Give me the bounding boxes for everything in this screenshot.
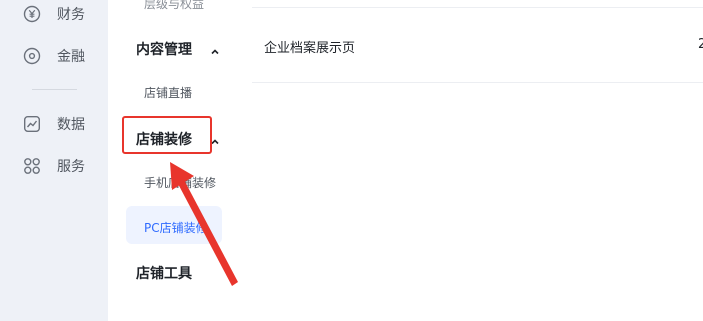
target-circle-icon — [23, 47, 41, 65]
nav-item-finance-service[interactable]: 金融 — [23, 44, 85, 68]
app-root: 财务 金融 数据 服务 层级与权益 内容管理 店铺直播 店铺装修 手机店铺装修 … — [0, 0, 703, 321]
menu-group-store-tools[interactable]: 店铺工具 — [136, 263, 192, 283]
nav-item-data[interactable]: 数据 — [23, 112, 85, 136]
grid-circles-icon — [23, 157, 41, 175]
menu-group-content[interactable]: 内容管理 — [136, 39, 192, 59]
row-trailing-value: 2 — [698, 37, 703, 52]
row-title[interactable]: 企业档案展示页 — [264, 37, 355, 56]
nav-item-finance-service-label: 金融 — [57, 49, 85, 65]
row-divider-bottom — [252, 82, 703, 83]
nav-item-finance[interactable]: 财务 — [23, 2, 85, 26]
nav-item-service[interactable]: 服务 — [23, 154, 85, 178]
annotation-highlight-box — [122, 116, 212, 154]
nav-item-data-label: 数据 — [57, 117, 85, 133]
menu-item-mobile-decoration[interactable]: 手机店铺装修 — [144, 174, 216, 191]
nav-divider — [32, 89, 77, 90]
primary-nav: 财务 金融 数据 服务 — [0, 0, 108, 321]
line-chart-icon — [23, 115, 41, 133]
row-divider-top — [252, 7, 703, 8]
nav-item-service-label: 服务 — [57, 159, 85, 175]
menu-item-store-live[interactable]: 店铺直播 — [144, 84, 192, 101]
nav-item-finance-label: 财务 — [57, 7, 85, 23]
yuan-circle-icon — [23, 5, 41, 23]
menu-item-pc-decoration-label: PC店铺装修 — [144, 221, 208, 235]
menu-item-level-benefits[interactable]: 层级与权益 — [144, 0, 204, 12]
chevron-up-icon — [210, 42, 220, 55]
